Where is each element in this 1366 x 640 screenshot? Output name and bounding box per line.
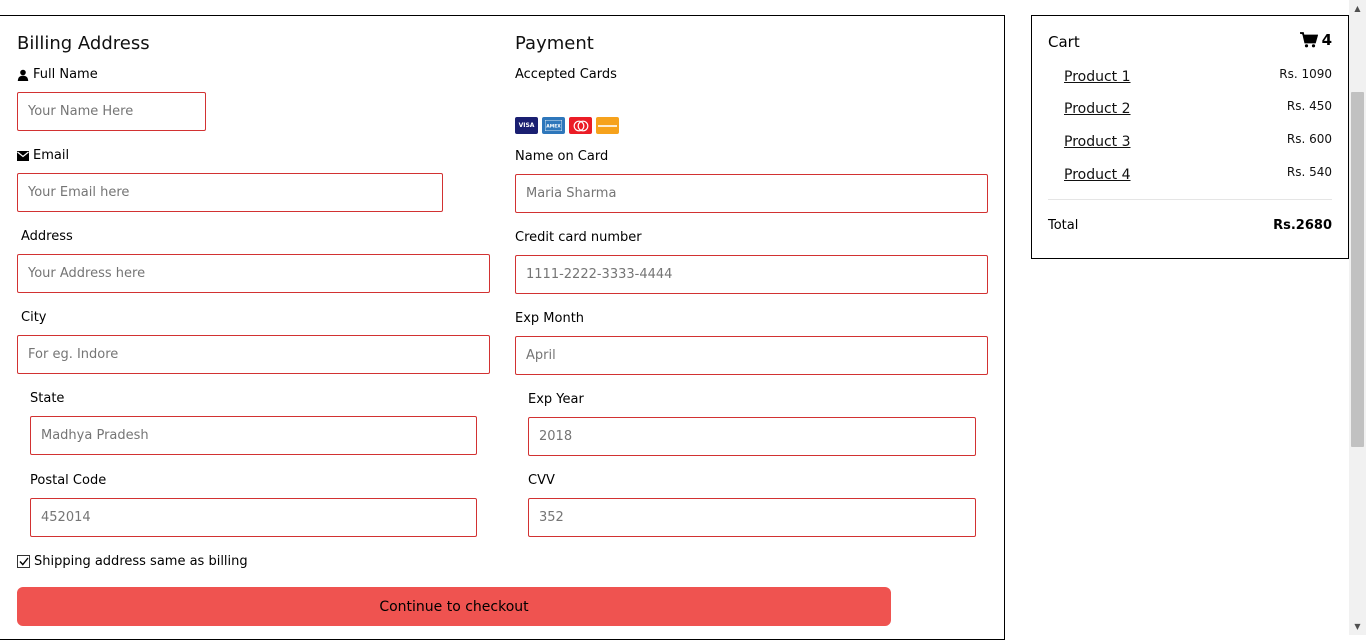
cart-item-link[interactable]: Product 3 xyxy=(1064,134,1131,150)
name-on-card-input[interactable] xyxy=(515,174,988,213)
cart-item-price: Rs. 1090 xyxy=(1279,67,1332,81)
state-input[interactable] xyxy=(30,416,477,455)
scroll-down-arrow-icon[interactable]: ▼ xyxy=(1349,618,1366,635)
credit-card-number-label: Credit card number xyxy=(515,230,642,245)
email-label: Email xyxy=(17,148,69,163)
exp-month-input[interactable] xyxy=(515,336,988,375)
shipping-same-row: Shipping address same as billing xyxy=(17,554,248,569)
cart-divider xyxy=(1048,199,1332,200)
cart-item: Product 1 Rs. 1090 xyxy=(1064,67,1332,87)
payment-heading: Payment xyxy=(515,33,594,54)
cart-count-badge: 4 xyxy=(1299,31,1332,49)
exp-year-input[interactable] xyxy=(528,417,976,456)
cart-panel: Cart 4 Product 1 Rs. 1090 Product 2 Rs. … xyxy=(1031,15,1349,259)
postal-code-label: Postal Code xyxy=(30,473,107,488)
cart-title: Cart xyxy=(1048,33,1080,51)
cart-item-link[interactable]: Product 4 xyxy=(1064,167,1131,183)
continue-to-checkout-button[interactable]: Continue to checkout xyxy=(17,587,891,626)
cart-total-value: Rs.2680 xyxy=(1273,218,1332,233)
visa-card-icon: VISA xyxy=(515,117,538,134)
mastercard-card-icon xyxy=(569,117,592,134)
cvv-input[interactable] xyxy=(528,498,976,537)
cart-total-label: Total xyxy=(1048,218,1079,233)
state-label: State xyxy=(30,391,65,406)
cart-item-price: Rs. 540 xyxy=(1286,165,1332,179)
scroll-up-arrow-icon[interactable]: ▲ xyxy=(1349,0,1366,17)
full-name-input[interactable] xyxy=(17,92,206,131)
checkout-form: Billing Address Full Name Email Address … xyxy=(0,15,1005,640)
envelope-icon xyxy=(17,150,29,161)
cart-item: Product 3 Rs. 600 xyxy=(1064,132,1332,152)
amex-card-icon: AMEX xyxy=(542,117,565,134)
address-input[interactable] xyxy=(17,254,490,293)
cart-item-link[interactable]: Product 2 xyxy=(1064,101,1131,117)
city-input[interactable] xyxy=(17,335,490,374)
page-scrollbar[interactable]: ▲ ▼ xyxy=(1349,0,1366,635)
shipping-same-checkbox[interactable] xyxy=(17,555,30,568)
email-input[interactable] xyxy=(17,173,443,212)
cart-item: Product 4 Rs. 540 xyxy=(1064,165,1332,185)
accepted-cards: VISA AMEX xyxy=(515,117,619,134)
postal-code-input[interactable] xyxy=(30,498,477,537)
credit-card-number-input[interactable] xyxy=(515,255,988,294)
name-on-card-label: Name on Card xyxy=(515,149,609,164)
address-label: Address xyxy=(21,229,73,244)
cart-item-price: Rs. 450 xyxy=(1286,99,1332,113)
cart-item-link[interactable]: Product 1 xyxy=(1064,69,1131,85)
cart-item-price: Rs. 600 xyxy=(1286,132,1332,146)
accepted-cards-label: Accepted Cards xyxy=(515,67,617,82)
full-name-label: Full Name xyxy=(17,67,98,82)
shipping-same-label: Shipping address same as billing xyxy=(34,554,248,569)
city-label: City xyxy=(21,310,47,325)
billing-heading: Billing Address xyxy=(17,33,150,54)
svg-text:AMEX: AMEX xyxy=(546,124,561,130)
shopping-cart-icon xyxy=(1299,32,1318,48)
cart-item: Product 2 Rs. 450 xyxy=(1064,99,1332,119)
discover-card-icon xyxy=(596,117,619,134)
user-icon xyxy=(17,69,29,81)
exp-year-label: Exp Year xyxy=(528,392,584,407)
exp-month-label: Exp Month xyxy=(515,311,585,326)
scrollbar-thumb[interactable] xyxy=(1351,92,1364,447)
cvv-label: CVV xyxy=(528,473,555,488)
